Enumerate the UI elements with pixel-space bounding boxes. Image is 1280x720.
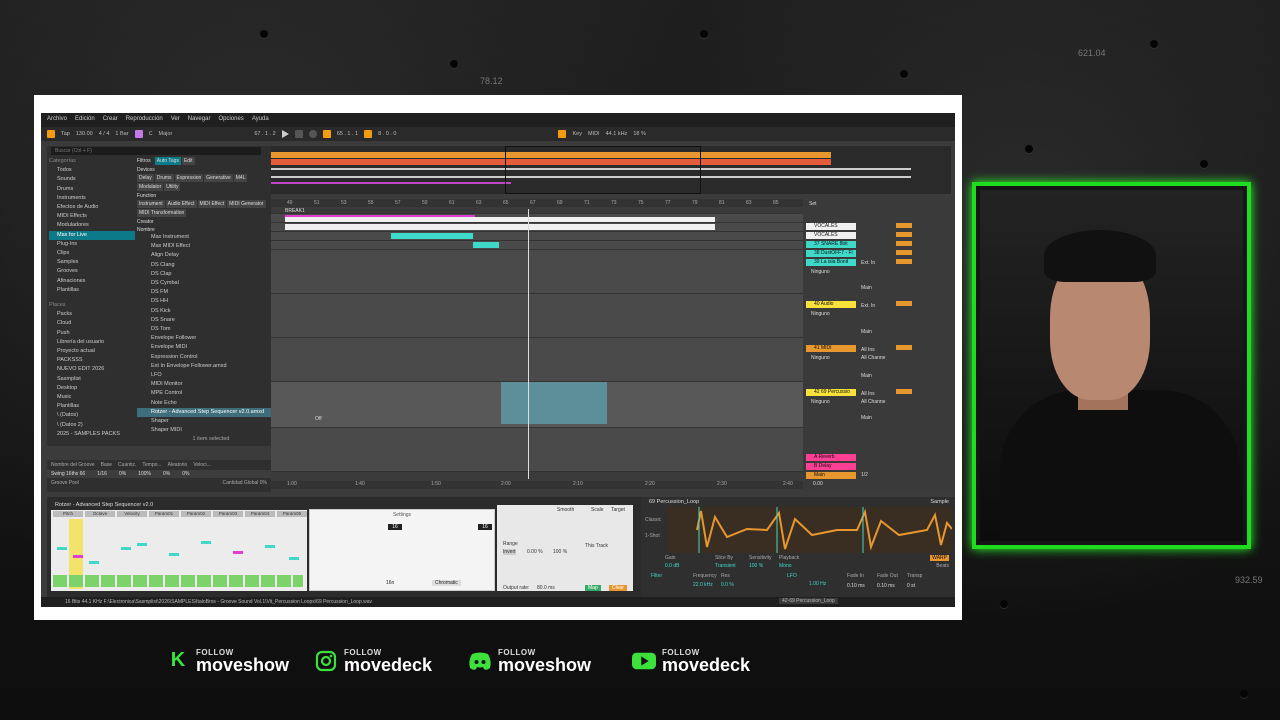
menu-opciones[interactable]: Opciones <box>218 116 243 124</box>
menu-navegar[interactable]: Navegar <box>188 116 211 124</box>
decor-dot <box>900 70 908 78</box>
decor-dot <box>260 30 268 38</box>
midi-map-label: MIDI <box>587 131 600 137</box>
record-button[interactable] <box>308 130 317 138</box>
scale-icon[interactable] <box>134 130 143 138</box>
social-kick[interactable]: K FOLLOW moveshow <box>166 648 290 675</box>
youtube-icon <box>632 649 656 673</box>
key-select[interactable]: C <box>149 131 153 137</box>
menu-ayuda[interactable]: Ayuda <box>252 116 269 124</box>
decor-dot <box>1025 145 1033 153</box>
scale-select[interactable]: Major <box>159 131 173 137</box>
position-field[interactable]: 67 . 1 . 2 <box>254 131 275 137</box>
bg-number: 78.12 <box>480 76 503 86</box>
discord-icon <box>468 649 492 673</box>
sample-rate: 44.1 kHz <box>605 131 628 137</box>
transport-bar: Tap 130.00 4 / 4 1 Bar C Major 67 . 1 . … <box>41 127 955 141</box>
link-button[interactable] <box>47 130 55 138</box>
ableton-window: Archivo Edición Crear Reproducción Ver N… <box>41 113 955 607</box>
stop-button[interactable] <box>294 130 303 138</box>
webcam-feed <box>980 190 1243 541</box>
bg-number: 621.04 <box>1078 48 1106 58</box>
decor-dot <box>450 60 458 68</box>
menu-archivo[interactable]: Archivo <box>47 116 67 124</box>
meter-field[interactable]: 4 / 4 <box>99 131 110 137</box>
social-youtube[interactable]: FOLLOW movedeck <box>632 648 751 675</box>
kick-icon: K <box>170 649 186 671</box>
play-button[interactable] <box>281 130 289 138</box>
tap-button[interactable]: Tap <box>61 131 70 137</box>
social-handle: moveshow <box>498 655 592 675</box>
instagram-icon <box>314 649 338 673</box>
decor-dot <box>1000 600 1008 608</box>
social-handle: moveshow <box>196 655 290 675</box>
social-discord[interactable]: FOLLOW moveshow <box>468 648 592 675</box>
decor-dot <box>1150 40 1158 48</box>
tempo-field[interactable]: 130.00 <box>76 131 93 137</box>
decor-dot <box>700 30 708 38</box>
cpu-meter: 18 % <box>633 131 646 137</box>
loop-button[interactable] <box>322 130 331 138</box>
loop-length-field[interactable]: 8 . 0 . 0 <box>378 131 396 137</box>
person-hair <box>1044 230 1156 282</box>
decor-dot <box>1240 690 1248 698</box>
webcam-frame <box>972 182 1251 549</box>
person-body <box>1000 390 1240 541</box>
punch-button[interactable] <box>364 130 373 138</box>
social-handle: movedeck <box>344 655 433 675</box>
social-instagram[interactable]: FOLLOW movedeck <box>314 648 433 675</box>
menu-ver[interactable]: Ver <box>171 116 180 124</box>
decor-dot <box>1200 160 1208 168</box>
loop-start-field[interactable]: 65 . 1 . 1 <box>337 131 358 137</box>
quantize-menu[interactable]: 1 Bar <box>115 131 128 137</box>
menu-reproduccion[interactable]: Reproducción <box>126 116 163 124</box>
menu-crear[interactable]: Crear <box>103 116 118 124</box>
bg-number: 932.59 <box>1235 575 1263 585</box>
menu-bar: Archivo Edición Crear Reproducción Ver N… <box>41 113 955 127</box>
social-handle: movedeck <box>662 655 751 675</box>
key-map-label: Key <box>572 131 582 137</box>
menu-edicion[interactable]: Edición <box>75 116 95 124</box>
key-map-button[interactable] <box>558 130 567 138</box>
